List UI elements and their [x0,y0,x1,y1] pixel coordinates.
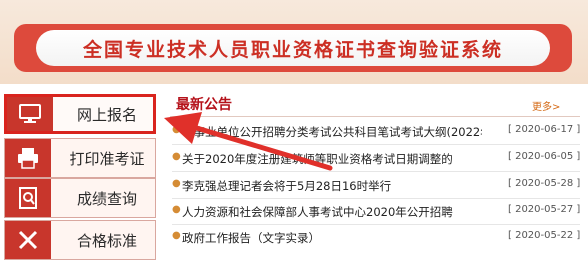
annotation-arrow-icon [164,112,333,171]
